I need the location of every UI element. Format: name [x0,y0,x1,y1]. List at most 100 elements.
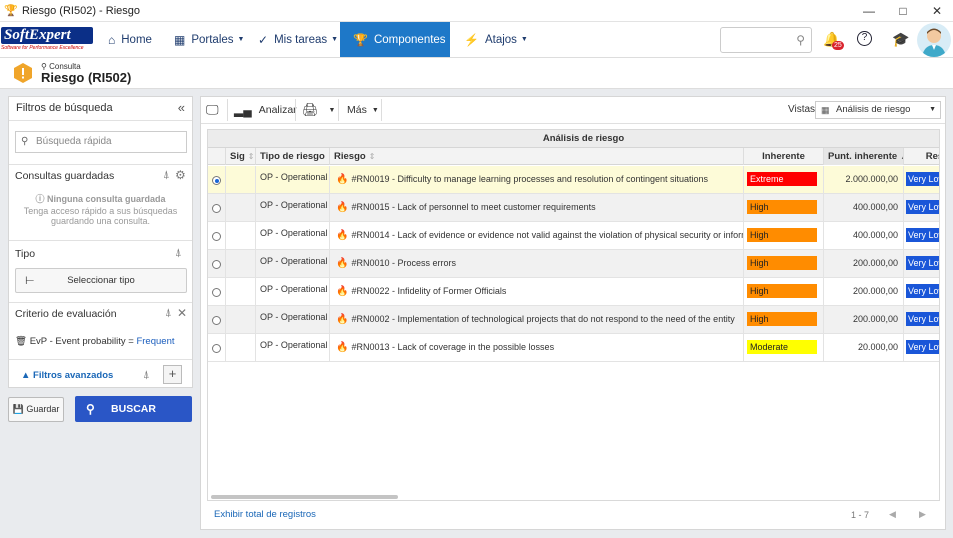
views-select[interactable]: ▦ Análisis de riesgo ▼ [815,101,941,119]
col-sig[interactable]: Sig ⇕ [226,148,256,165]
row-radio[interactable] [212,232,221,241]
table-row[interactable]: OP - Operational 🔥 #RN0019 - Difficulty t… [208,166,939,194]
select-cell[interactable] [208,334,226,362]
criteria-title: Criterio de evaluación [15,308,117,320]
risk-cell[interactable]: 🔥 #RN0010 - Process errors [330,250,744,278]
filters-title: Filtros de búsqueda [16,102,113,114]
fire-icon: 🔥 [336,258,349,269]
search-button[interactable]: ⚲ BUSCAR [75,396,192,422]
close-button[interactable]: ✕ [920,0,953,22]
saved-empty-message: ⓘ Ninguna consulta guardada [35,194,166,204]
maximize-button[interactable]: □ [886,0,920,22]
risk-cell[interactable]: 🔥 #RN0022 - Infidelity of Former Official… [330,278,744,306]
select-cell[interactable] [208,278,226,306]
help-icon[interactable]: ? [857,31,872,46]
table-row[interactable]: OP - Operational 🔥 #RN0002 - Implementati… [208,306,939,334]
risk-cell[interactable]: 🔥 #RN0002 - Implementation of technologic… [330,306,744,334]
risk-cell[interactable]: 🔥 #RN0019 - Difficulty to manage learning… [330,166,744,194]
view-data-button[interactable]: 🖵 [206,97,219,123]
col-inherent[interactable]: Inherente [744,148,824,165]
row-radio[interactable] [212,204,221,213]
trash-icon[interactable]: 🗑 [15,336,27,347]
prev-page-icon[interactable]: ◀ [889,509,896,520]
close-icon[interactable]: ✕ [177,306,187,320]
row-radio[interactable] [212,344,221,353]
views-selected: Análisis de riesgo [836,104,911,115]
risk-cell[interactable]: 🔥 #RN0015 - Lack of personnel to meet cus… [330,194,744,222]
select-cell[interactable] [208,222,226,250]
more-label: Más [347,104,367,116]
advanced-filters-toggle[interactable]: ▲ Filtros avanzados [21,370,113,381]
row-radio[interactable] [212,176,221,185]
select-cell[interactable] [208,306,226,334]
risk-type: OP - Operational [260,312,328,322]
add-filter-button[interactable]: + [163,365,182,384]
collapse-icon[interactable]: « [178,100,185,115]
col-residual[interactable]: Res [904,148,939,165]
analyze-button[interactable]: ▂▄ Analizar [234,97,297,123]
nav-atajos[interactable]: ⚡ Atajos ▼ [464,22,528,57]
type-title: Tipo [15,248,36,260]
select-cell[interactable] [208,166,226,194]
divider [9,164,192,165]
search-filters-panel: Filtros de búsqueda « ⚲ Búsqueda rápida … [8,96,193,388]
print-button[interactable]: 🖨 ▼ [302,97,335,123]
softexpert-logo[interactable]: SoftExpert Software for Performance Exce… [1,27,93,53]
nav-portales[interactable]: ▦ Portales ▼ [174,22,244,57]
minimize-button[interactable]: — [852,0,886,22]
row-radio[interactable] [212,288,221,297]
residual-badge: Very Low [906,172,939,186]
broom-icon[interactable]: ⍋ [163,169,170,182]
inherent-badge: High [747,228,817,242]
quick-search-input[interactable]: ⚲ Búsqueda rápida [15,131,187,153]
inherent-score: 400.000,00 [852,202,898,212]
col-residual-label: Res [925,151,939,162]
caret-down-icon: ▼ [520,36,528,43]
col-risk[interactable]: Riesgo ⇕ [330,148,744,165]
sig-cell [226,334,256,362]
inherent-score: 20.000,00 [857,342,898,352]
save-button[interactable]: 💾 Guardar [8,397,64,422]
col-score[interactable]: Punt. inherente▲ [824,148,904,165]
table-row[interactable]: OP - Operational 🔥 #RN0013 - Lack of cove… [208,334,939,362]
global-search-input[interactable]: ⚲ [720,27,812,53]
inherent-score: 200.000,00 [852,286,898,296]
nav-mis-tareas[interactable]: ✓ Mis tareas ▼ [258,22,338,57]
broom-icon[interactable]: ⍋ [175,247,182,260]
divider [227,99,228,121]
table-row[interactable]: OP - Operational 🔥 #RN0015 - Lack of pers… [208,194,939,222]
inherent-cell: Moderate [744,334,824,362]
risk-cell[interactable]: 🔥 #RN0014 - Lack of evidence or evidence … [330,222,744,250]
divider [9,302,192,303]
col-risk-label: Riesgo [334,151,366,162]
horizontal-scrollbar[interactable] [211,495,398,499]
fire-icon: 🔥 [336,314,349,325]
more-button[interactable]: Más ▼ [347,97,379,123]
criteria-value[interactable]: Frequent [136,336,174,347]
next-page-icon[interactable]: ▶ [919,509,926,520]
select-cell[interactable] [208,250,226,278]
nav-home[interactable]: ⌂ Home [108,22,152,57]
broom-icon[interactable]: ⍋ [165,307,172,320]
table-row[interactable]: OP - Operational 🔥 #RN0010 - Process erro… [208,250,939,278]
risk-cell[interactable]: 🔥 #RN0013 - Lack of coverage in the possi… [330,334,744,362]
gear-icon[interactable]: ⚙ [175,168,186,182]
user-avatar[interactable] [917,23,951,57]
table-row[interactable]: OP - Operational 🔥 #RN0022 - Infidelity o… [208,278,939,306]
inherent-badge: High [747,200,817,214]
select-type-button[interactable]: ⊢ Seleccionar tipo [15,268,187,293]
nav-componentes[interactable]: 🏆 Componentes ▼ [340,22,457,57]
select-cell[interactable] [208,194,226,222]
criteria-label: EvP - Event probability = [29,336,134,347]
show-total-records-link[interactable]: Exhibir total de registros [214,509,316,520]
nav-portales-label: Portales [191,33,234,46]
col-type[interactable]: Tipo de riesgo⇕ [256,148,330,165]
table-row[interactable]: OP - Operational 🔥 #RN0014 - Lack of evid… [208,222,939,250]
row-radio[interactable] [212,260,221,269]
broom-icon[interactable]: ⍋ [143,369,150,382]
sig-cell [226,222,256,250]
row-radio[interactable] [212,316,221,325]
residual-cell: Very Low [904,306,939,334]
risk-type: OP - Operational [260,228,328,238]
graduation-cap-icon[interactable]: 🎓 [892,31,909,48]
